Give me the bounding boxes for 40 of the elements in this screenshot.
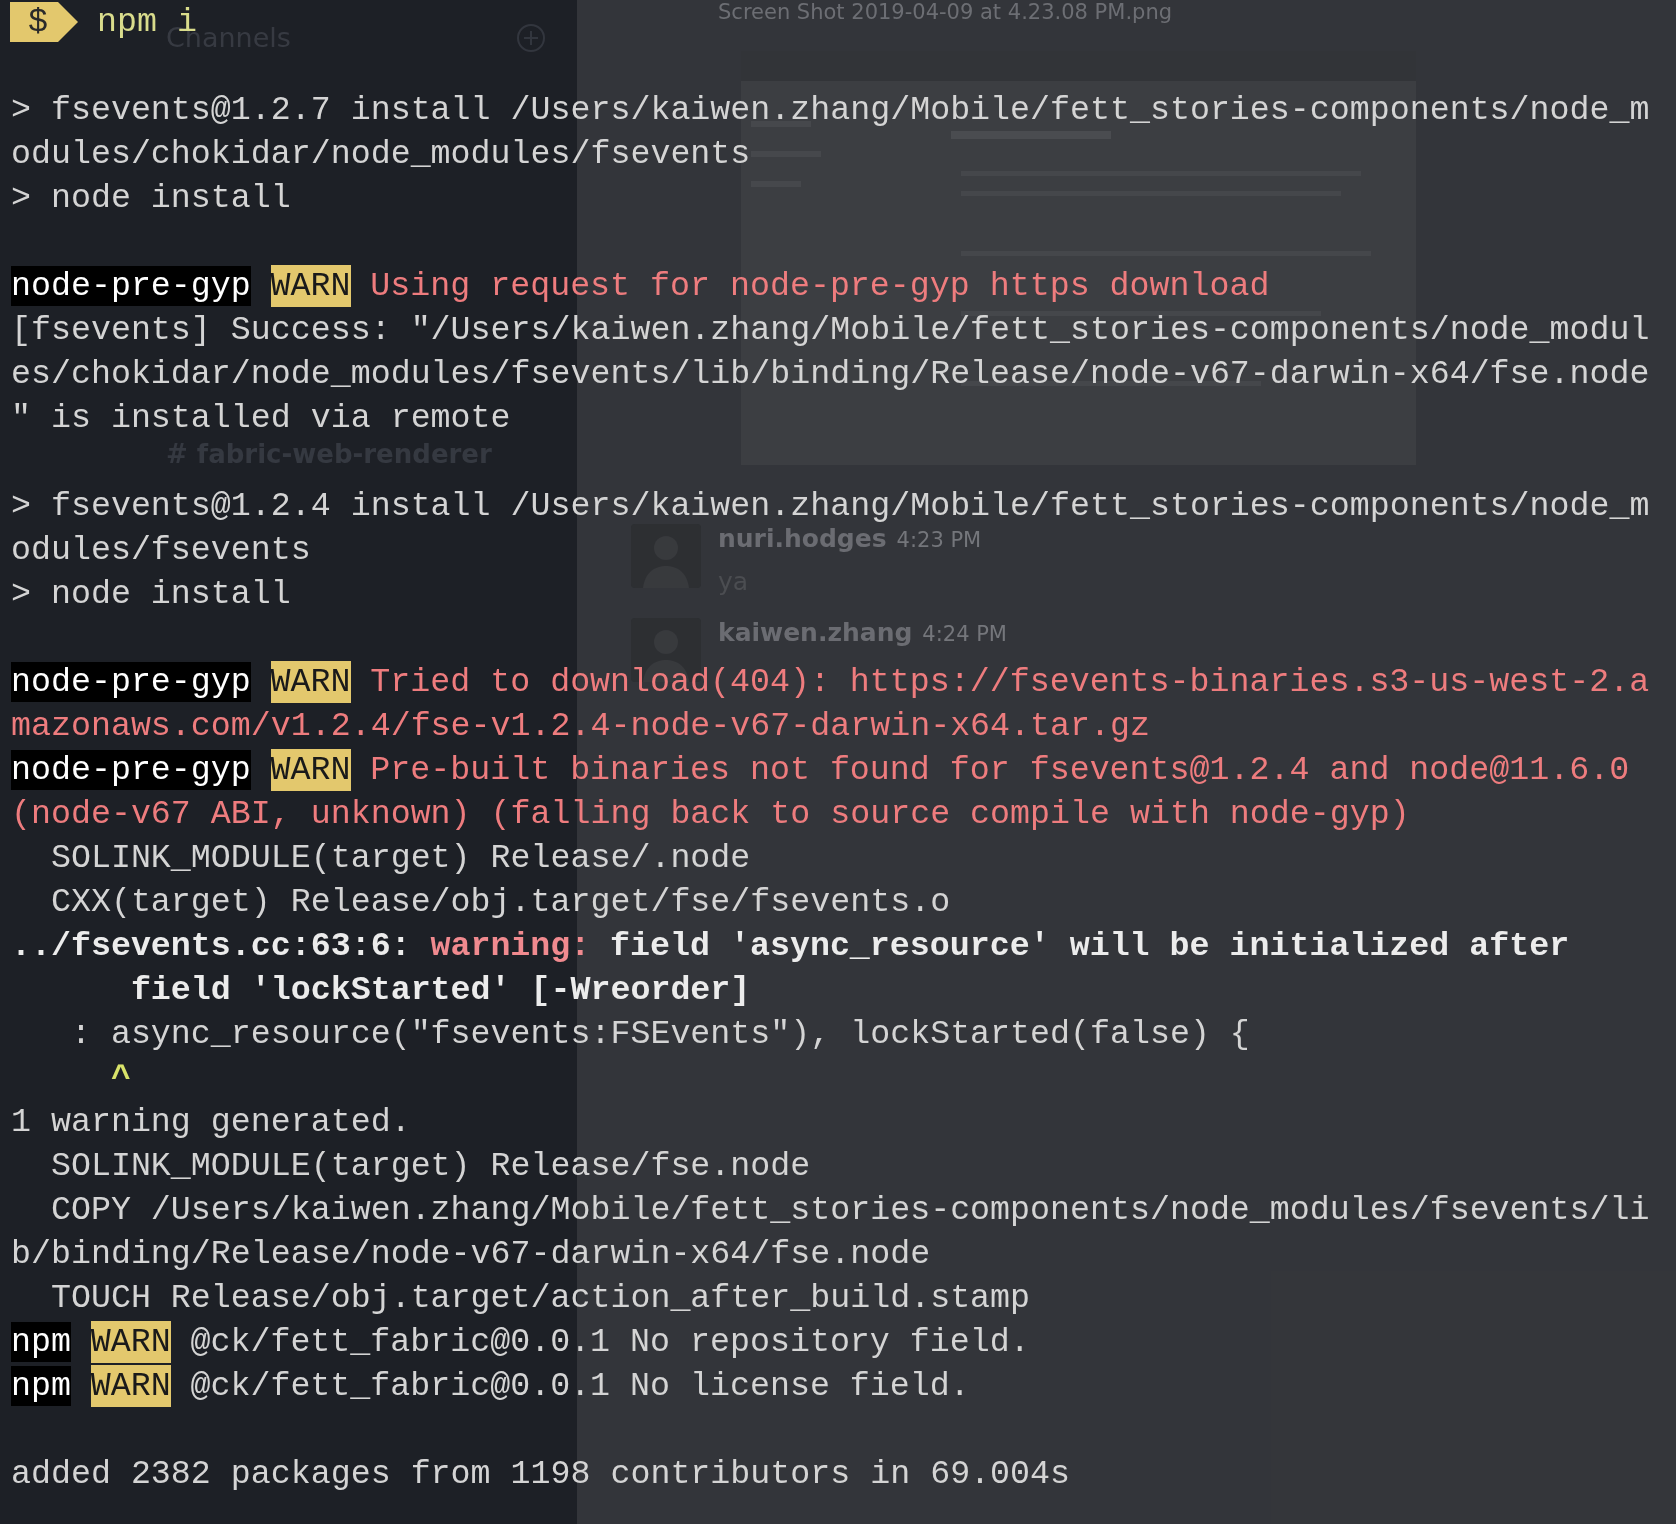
terminal-line: odules/fsevents — [11, 530, 311, 571]
attachment-filename[interactable]: Screen Shot 2019-04-09 at 4.23.08 PM.png — [718, 0, 1173, 24]
terminal-line: es/chokidar/node_modules/fsevents/lib/binding/Release/node-v67-darwin-x64/fse.node — [11, 354, 1650, 395]
terminal-line: 1 warning generated. — [11, 1102, 411, 1143]
error-message: Pre-built binaries not found for fsevents@1.2.4 and node@11.6.0 — [370, 750, 1630, 791]
log-prefix: npm — [11, 1366, 71, 1406]
compiler-message: ../fsevents.cc:63:6: — [11, 926, 411, 967]
terminal-line: > node install — [11, 574, 291, 615]
log-prefix: node-pre-gyp — [11, 662, 251, 702]
error-message: (node-v67 ABI, unknown) (falling back to source compile with node-gyp) — [11, 794, 1410, 835]
message-author[interactable]: nuri.hodges — [718, 524, 887, 554]
terminal-line: odules/chokidar/node_modules/fsevents — [11, 134, 751, 175]
terminal-line: [fsevents] Success: "/Users/kaiwen.zhang/Mobile/fett_stories-components/node_modul — [11, 310, 1650, 351]
compiler-message: field 'async_resource' will be initialized after — [610, 926, 1570, 967]
error-message: mazonaws.com/v1.2.4/fse-v1.2.4-node-v67-darwin-x64.tar.gz — [11, 706, 1150, 747]
terminal-line: TOUCH Release/obj.target/action_after_build.stamp — [49, 1278, 1031, 1319]
message-author[interactable]: kaiwen.zhang — [718, 618, 913, 648]
compiler-message: field 'lockStarted' [-Wreorder] — [129, 970, 751, 1011]
message-time: 4:23 PM — [896, 527, 982, 554]
error-message: Using request for node-pre-gyp https download — [370, 266, 1270, 307]
terminal-line: : async_resource("fsevents:FSEvents"), lockStarted(false) { — [69, 1014, 1250, 1055]
terminal-line: added 2382 packages from 1198 contributors in 69.004s — [11, 1454, 1070, 1495]
terminal-line: > fsevents@1.2.4 install /Users/kaiwen.zhang/Mobile/fett_stories-components/node_m — [11, 486, 1650, 527]
message-time: 4:24 PM — [922, 621, 1007, 648]
terminal-line: SOLINK_MODULE(target) Release/fse.node — [49, 1146, 811, 1187]
terminal-line: @ck/fett_fabric@0.0.1 No repository field. — [190, 1322, 1030, 1363]
log-prefix: node-pre-gyp — [11, 750, 251, 790]
terminal-line: b/binding/Release/node-v67-darwin-x64/fse.node — [11, 1234, 931, 1275]
log-prefix: node-pre-gyp — [11, 266, 251, 306]
terminal-line: CXX(target) Release/obj.target/fse/fsevents.o — [49, 882, 951, 923]
caret-marker: ^ — [109, 1058, 131, 1099]
warning-label: warning: — [430, 926, 591, 967]
terminal-line: COPY /Users/kaiwen.zhang/Mobile/fett_stories-components/node_modules/fsevents/li — [49, 1190, 1650, 1231]
terminal-line: > node install — [11, 178, 291, 219]
error-message: Tried to download(404): https://fsevents-binaries.s3-us-west-2.a — [370, 662, 1650, 703]
terminal-line: > fsevents@1.2.7 install /Users/kaiwen.zhang/Mobile/fett_stories-components/node_m — [11, 90, 1650, 131]
terminal-line: " is installed via remote — [11, 398, 511, 439]
terminal-line: SOLINK_MODULE(target) Release/.node — [49, 838, 751, 879]
terminal-line: @ck/fett_fabric@0.0.1 No license field. — [190, 1366, 970, 1407]
log-prefix: npm — [11, 1322, 71, 1362]
